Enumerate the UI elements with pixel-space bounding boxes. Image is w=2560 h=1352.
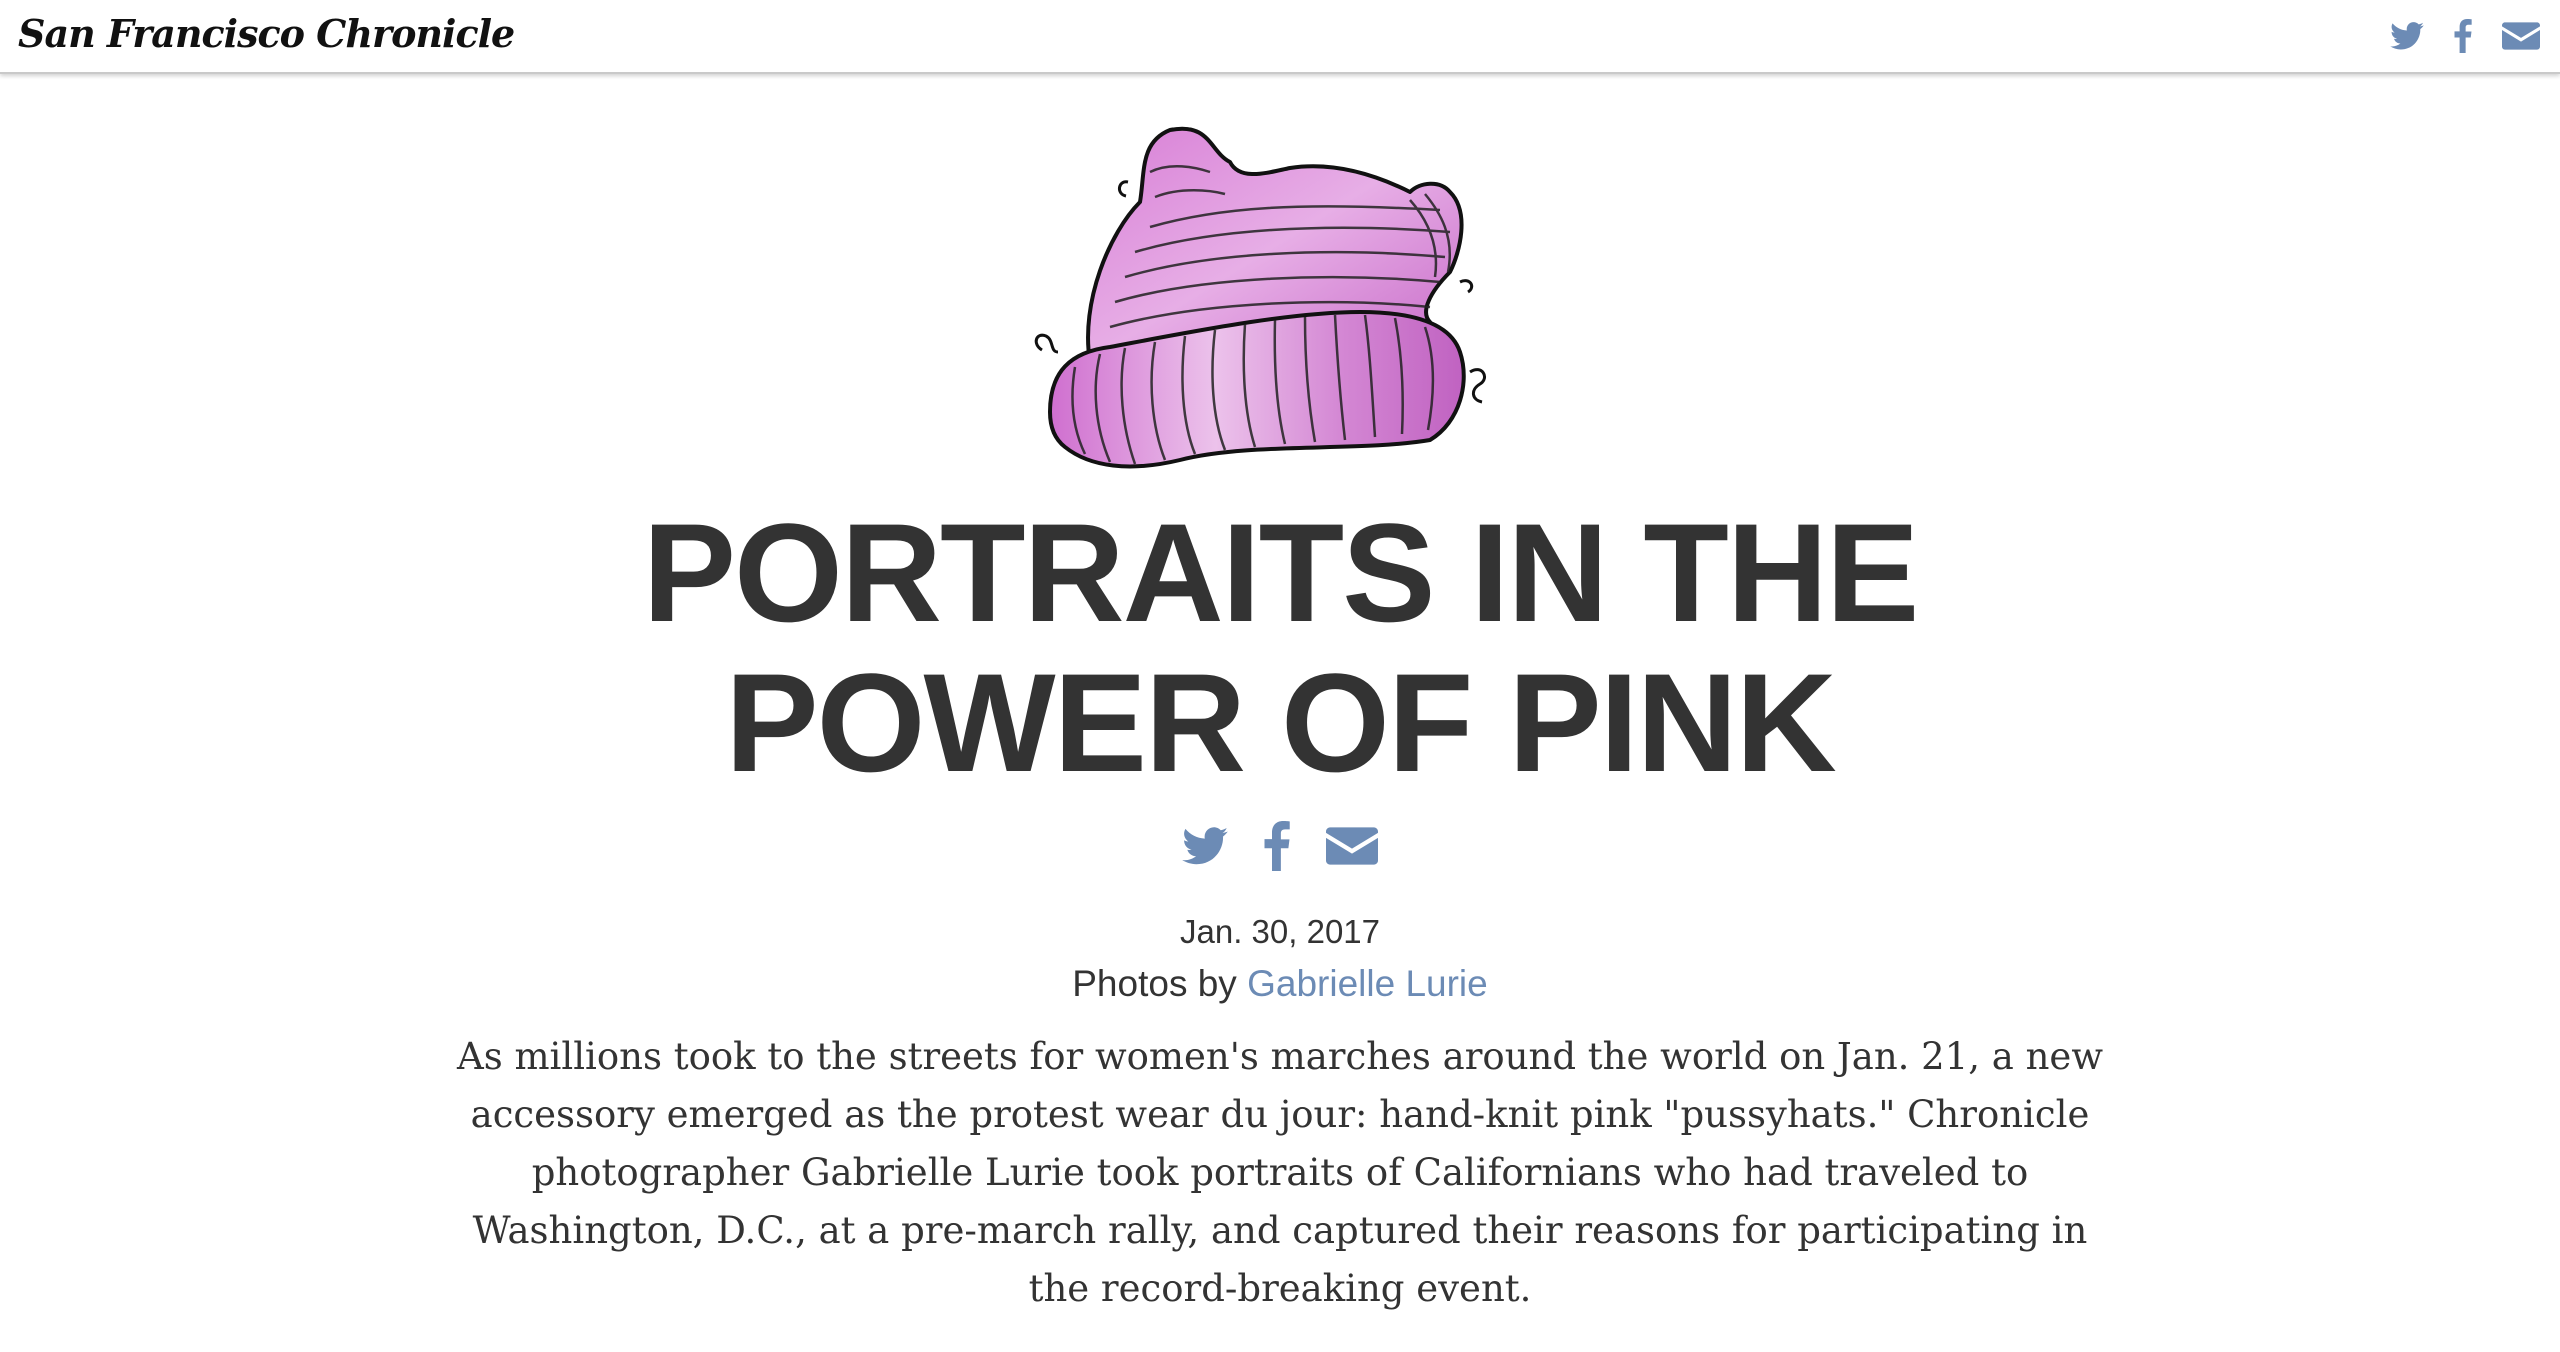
publish-date: Jan. 30, 2017 [1180,913,1380,950]
article-headline: PORTRAITS IN THE POWER OF PINK [0,498,2560,798]
article-deck: As millions took to the streets for wome… [456,1035,2103,1310]
site-header: San Francisco Chronicle [0,0,2560,74]
email-icon[interactable] [1326,827,1378,865]
byline: Photos by Gabrielle Lurie [0,960,2560,1008]
byline-prefix: Photos by [1072,963,1248,1004]
headline-line-2: POWER OF PINK [725,644,1837,801]
twitter-icon[interactable] [1182,827,1228,865]
facebook-icon[interactable] [2454,19,2472,53]
site-logo[interactable]: San Francisco Chronicle [18,8,515,60]
headline-line-1: PORTRAITS IN THE [642,494,1920,651]
facebook-icon[interactable] [1264,821,1290,871]
article-share-icons [0,818,2560,874]
twitter-icon[interactable] [2390,22,2424,50]
header-share-icons [2390,14,2540,58]
hero-hat-illustration [1030,122,1530,482]
author-link[interactable]: Gabrielle Lurie [1247,963,1488,1004]
email-icon[interactable] [2502,22,2540,50]
